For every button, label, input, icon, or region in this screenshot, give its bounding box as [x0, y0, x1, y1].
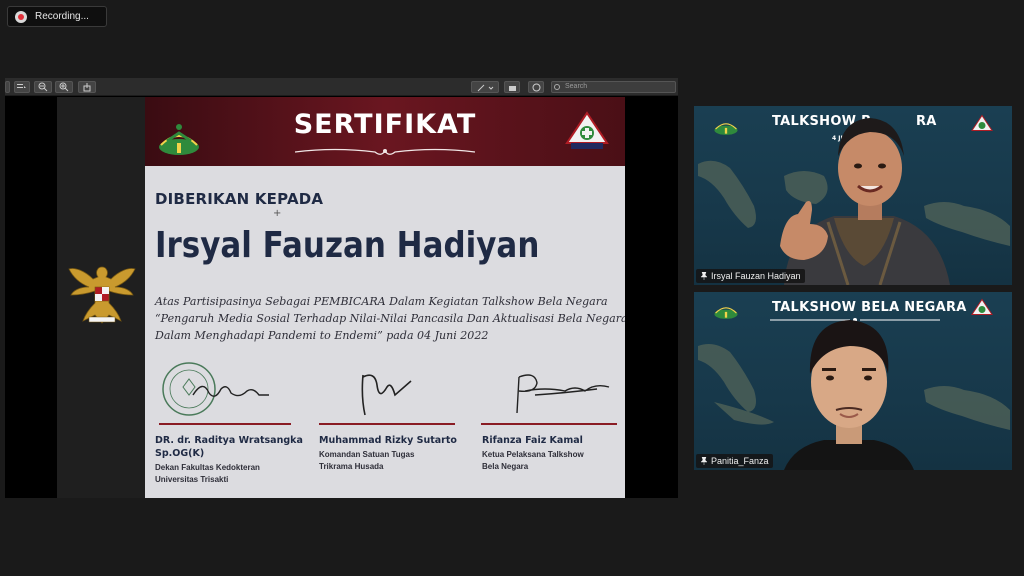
share-icon — [83, 83, 91, 92]
signatory-3-name: Rifanza Faiz Kamal — [482, 435, 583, 446]
participant-video-panitia — [784, 320, 914, 470]
toolbox-icon — [508, 85, 516, 91]
tile-heading: TALKSHOW BELA NEGARA — [772, 300, 967, 315]
tile-logo-right — [971, 114, 993, 131]
certificate-header: SERTIFIKAT — [145, 97, 625, 166]
signature-2 — [361, 374, 412, 416]
search-icon — [554, 84, 560, 90]
view-menu-button[interactable] — [14, 81, 30, 93]
signatory-2-name: Muhammad Rizky Sutarto — [319, 435, 457, 446]
participant-name-tag: Panitia_Fanza — [696, 454, 773, 468]
pin-icon — [700, 272, 708, 280]
certificate-description: Atas Partisipasinya Sebagai PEMBICARA Da… — [155, 293, 625, 344]
recording-label: Recording... — [35, 11, 89, 22]
video-tile-irsyal[interactable]: TALKSHOW B RA 4 JU Irsyal Fauzan Hadiyan — [694, 106, 1012, 285]
pin-icon — [700, 457, 708, 465]
signatory-3-role: Ketua Pelaksana Talkshow Bela Negara — [482, 450, 584, 471]
signature-1 — [162, 362, 269, 416]
signature-line-1 — [159, 423, 291, 425]
description-line: Dalam Menghadapi Pandemi to Endemi” pada… — [155, 328, 489, 342]
given-to-label: DIBERIKAN KEPADA — [155, 190, 324, 208]
pen-icon — [477, 84, 494, 91]
institution-logo-right — [565, 111, 609, 149]
plus-mark: + — [273, 208, 282, 219]
zoom-out-icon — [38, 82, 48, 92]
zoom-in-button[interactable] — [55, 81, 73, 93]
video-tile-panitia-fanza[interactable]: TALKSHOW BELA NEGARA Panitia_Fanza — [694, 292, 1012, 470]
title-ornament — [295, 148, 475, 155]
sidebar-toggle-button[interactable] — [5, 81, 10, 93]
signatory-1-name: DR. dr. Raditya Wratsangka Sp.OG(K) — [155, 435, 303, 459]
share-button[interactable] — [78, 81, 96, 93]
annotate-icon — [532, 83, 540, 91]
tile-logo-right — [971, 298, 993, 315]
zoom-out-button[interactable] — [34, 81, 52, 93]
recording-indicator[interactable]: Recording... — [7, 6, 107, 27]
certificate-title: SERTIFIKAT — [293, 109, 477, 140]
zoom-in-icon — [59, 82, 69, 92]
participant-video-irsyal — [780, 118, 950, 285]
recipient-name: Irsyal Fauzan Hadiyan — [155, 225, 540, 266]
list-icon — [17, 84, 26, 88]
participant-name: Irsyal Fauzan Hadiyan — [711, 271, 801, 281]
tile-logo-left — [714, 123, 738, 135]
signature-line-2 — [319, 423, 455, 425]
participant-name: Panitia_Fanza — [711, 456, 769, 466]
certificate: SERTIFIKAT DIBERIKAN KEPADA + Irsyal Fau… — [145, 97, 625, 498]
tile-logo-left — [714, 307, 738, 319]
search-input[interactable]: Search — [551, 81, 676, 93]
garuda-emblem — [68, 266, 136, 324]
record-icon — [15, 10, 27, 23]
participant-name-tag: Irsyal Fauzan Hadiyan — [696, 269, 805, 283]
signatory-1-role: Dekan Fakultas Kedokteran Universitas Tr… — [155, 463, 260, 484]
meeting-window: Recording... Search SERTIFIKAT DIBERIKAN… — [0, 0, 1024, 576]
description-line: “Pengaruh Media Sosial Terhadap Nilai-Ni… — [155, 311, 625, 325]
markup-button[interactable] — [471, 81, 499, 93]
annotate-button[interactable] — [528, 81, 544, 93]
slide-right-margin — [625, 97, 678, 498]
shared-screen: Search SERTIFIKAT DIBERIKAN KEPADA + Irs… — [5, 78, 678, 498]
signatory-2-role: Komandan Satuan Tugas Trikrama Husada — [319, 450, 415, 471]
pdf-viewer-toolbar: Search — [5, 78, 678, 96]
document-area: SERTIFIKAT DIBERIKAN KEPADA + Irsyal Fau… — [5, 97, 678, 498]
signature-3 — [516, 374, 610, 414]
description-line: Atas Partisipasinya Sebagai PEMBICARA Da… — [155, 294, 608, 308]
toolbox-button[interactable] — [504, 81, 520, 93]
signature-line-3 — [481, 423, 617, 425]
